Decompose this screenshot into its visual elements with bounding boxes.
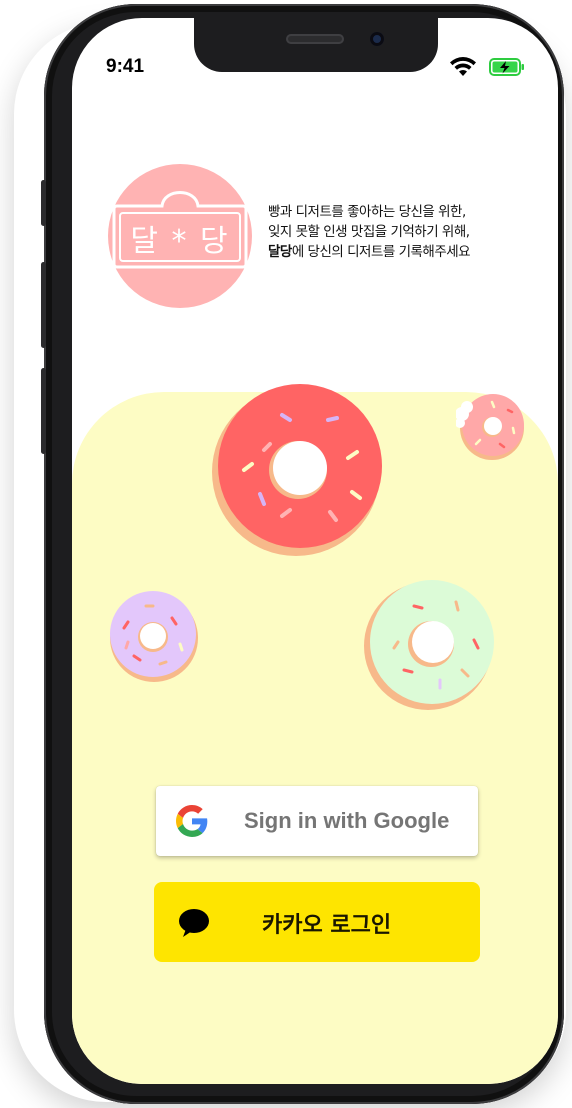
tagline-brand: 달당 <box>268 244 292 260</box>
tagline: 빵과 디저트를 좋아하는 당신을 위한, 잊지 못할 인생 맛집을 기억하기 위… <box>268 202 558 262</box>
google-logo-icon <box>176 805 208 837</box>
earpiece-speaker <box>286 34 344 44</box>
side-button-volume-down <box>41 368 46 454</box>
tagline-line-3-rest: 에 당신의 디저트를 기록해주세요 <box>291 244 471 260</box>
tagline-line-2: 잊지 못할 인생 맛집을 기억하기 위해, <box>268 224 470 240</box>
kakao-login-button[interactable]: 카카오 로그인 <box>154 882 480 962</box>
front-camera <box>370 32 384 46</box>
tagline-line-3: 달당에 당신의 디저트를 기록해주세요 <box>268 242 558 262</box>
donut-red-large <box>212 384 382 556</box>
app-logo: 달 * 당 <box>108 164 252 308</box>
battery-charging-icon <box>489 58 524 76</box>
google-sign-in-button[interactable]: Sign in with Google <box>156 786 478 856</box>
wifi-icon <box>450 57 476 76</box>
donut-pink-bitten <box>456 394 524 460</box>
side-button-volume-up <box>41 262 46 348</box>
kakao-button-label: 카카오 로그인 <box>262 913 392 938</box>
donut-purple <box>110 591 198 682</box>
logo-text: 달 * 당 <box>130 224 230 259</box>
side-button-mute <box>41 180 46 226</box>
google-button-label: Sign in with Google <box>244 808 450 833</box>
donut-green <box>364 580 494 710</box>
app-screen: 9:41 달 * 당 빵과 디저트를 좋아하는 당신을 위한, 잊지 못할 인생… <box>72 18 558 1084</box>
device-notch <box>194 18 438 72</box>
speech-bubble-icon <box>179 909 209 937</box>
status-time: 9:41 <box>106 56 145 77</box>
tagline-line-1: 빵과 디저트를 좋아하는 당신을 위한, <box>268 204 466 220</box>
